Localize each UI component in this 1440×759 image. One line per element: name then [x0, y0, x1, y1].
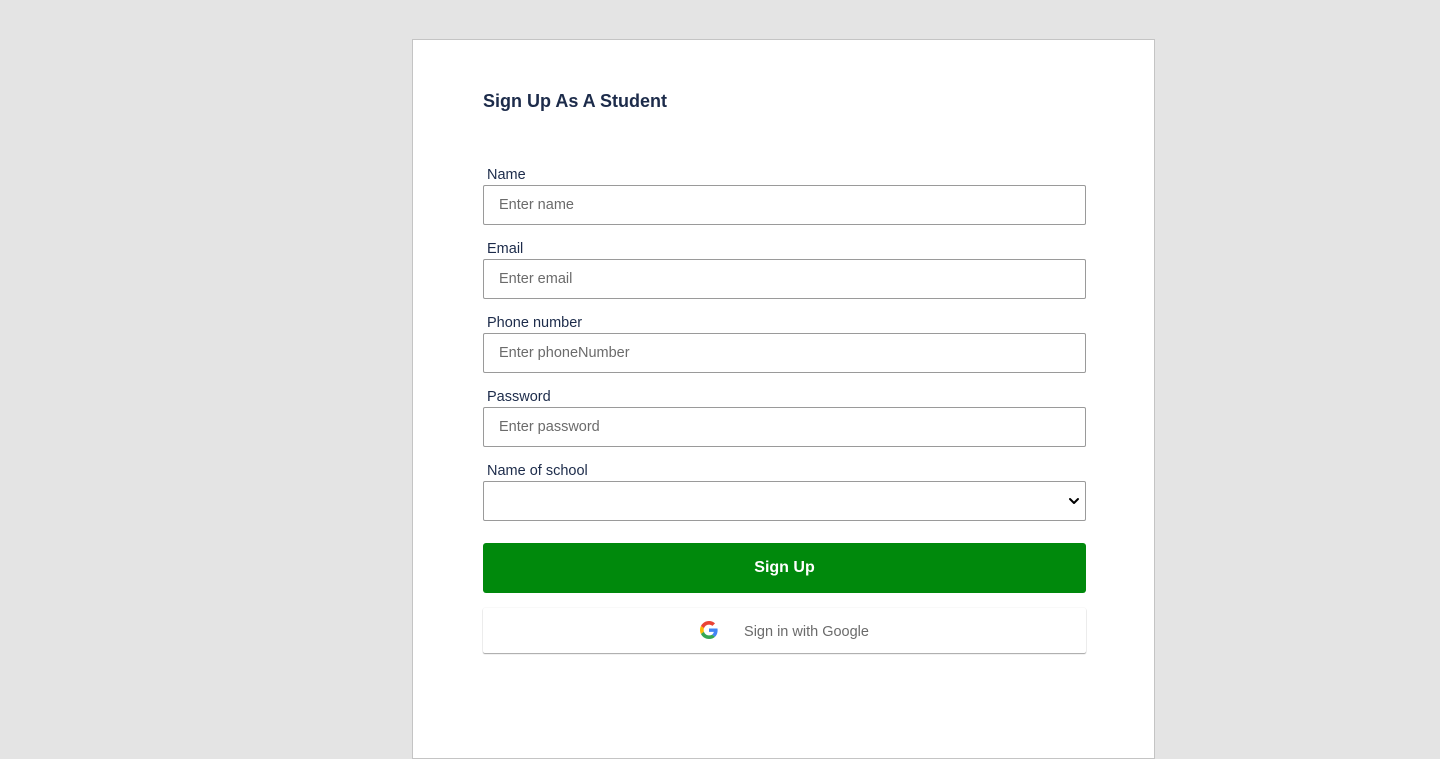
password-input[interactable]: [483, 407, 1086, 447]
google-signin-label: Sign in with Google: [744, 623, 869, 640]
password-field: Password: [483, 387, 1086, 447]
google-signin-button[interactable]: Sign in with Google: [483, 608, 1086, 653]
name-label: Name: [487, 167, 526, 183]
school-field: Name of school: [483, 461, 1086, 521]
signup-card: Sign Up As A Student Name Email Phone nu…: [412, 39, 1155, 759]
name-input[interactable]: [483, 185, 1086, 225]
signup-button[interactable]: Sign Up: [483, 543, 1086, 593]
phone-field: Phone number: [483, 313, 1086, 373]
page-title: Sign Up As A Student: [483, 91, 667, 111]
chevron-down-icon: [1069, 498, 1079, 504]
email-input[interactable]: [483, 259, 1086, 299]
google-g-icon: [700, 620, 718, 639]
password-label: Password: [487, 389, 551, 405]
school-select[interactable]: [483, 481, 1086, 521]
school-label: Name of school: [487, 463, 588, 479]
name-field: Name: [483, 165, 1086, 225]
email-label: Email: [487, 241, 524, 257]
phone-input[interactable]: [483, 333, 1086, 373]
phone-label: Phone number: [487, 315, 583, 331]
email-field: Email: [483, 239, 1086, 299]
